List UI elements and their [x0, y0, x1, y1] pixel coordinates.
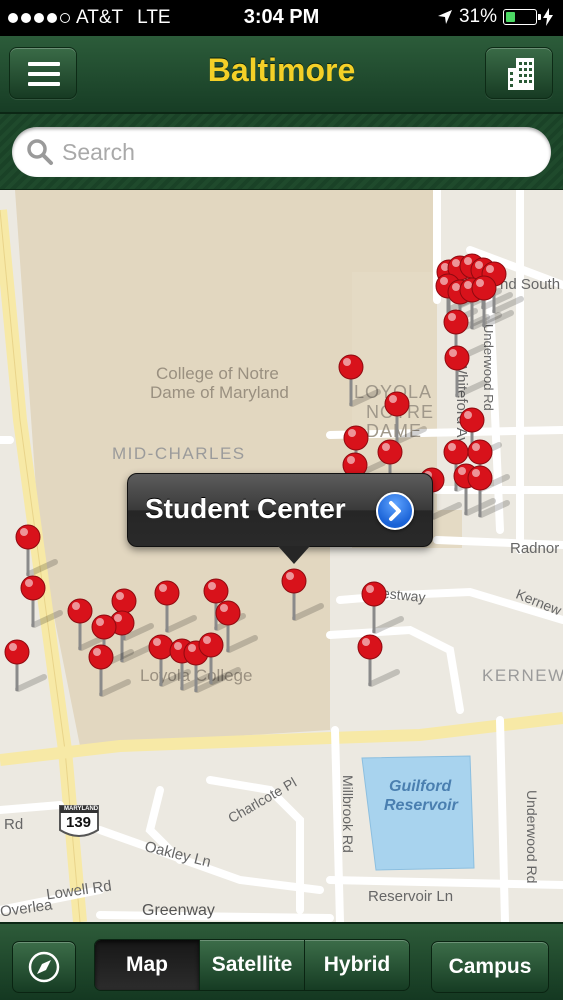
callout-title: Student Center — [145, 493, 346, 524]
map-pin[interactable] — [361, 581, 404, 635]
map-pin[interactable] — [15, 524, 58, 578]
segment-hybrid[interactable]: Hybrid — [304, 940, 409, 990]
battery-icon — [503, 9, 541, 25]
search-icon — [27, 139, 53, 165]
street-label: Rd — [4, 816, 24, 833]
map-pin[interactable] — [88, 644, 131, 698]
status-bar: AT&T LTE 3:04 PM 31% — [0, 0, 563, 36]
page-title: Baltimore — [207, 52, 356, 88]
battery-fill — [506, 12, 515, 22]
map-pin-icon — [444, 345, 487, 398]
map-pin-icon — [15, 524, 58, 577]
nav-bar: Baltimore — [0, 36, 563, 114]
map-pin-icon — [281, 568, 324, 621]
map-pin[interactable] — [281, 568, 324, 622]
map-type-segmented-control: Map Satellite Hybrid — [94, 939, 410, 991]
map-pin[interactable] — [198, 632, 241, 686]
map-pin[interactable] — [4, 639, 47, 693]
street-label: Reservoir Ln — [368, 888, 454, 905]
street-label: Radnor — [510, 540, 560, 557]
map-pin[interactable] — [20, 575, 63, 629]
segment-map[interactable]: Map — [95, 940, 199, 990]
map-pin-icon — [4, 639, 47, 692]
building-icon — [508, 58, 534, 90]
annotation-callout[interactable]: Student Center — [127, 473, 433, 547]
map-pin-icon — [88, 644, 131, 697]
neighborhood-label: MID-CHARLES — [112, 444, 246, 463]
map-pin[interactable] — [338, 354, 381, 408]
search-field[interactable] — [12, 127, 551, 177]
bottom-toolbar: Map Satellite Hybrid Campus — [0, 922, 563, 1000]
buildings-button[interactable] — [485, 47, 553, 99]
route-shield-state: MARYLAND — [64, 806, 99, 812]
search-input[interactable] — [62, 133, 532, 171]
segment-satellite[interactable]: Satellite — [199, 940, 304, 990]
charging-bolt-icon — [543, 8, 553, 26]
street-label: Underwood Rd — [524, 790, 540, 884]
compass-icon — [28, 951, 60, 983]
chevron-right-icon — [389, 501, 401, 521]
neighborhood-label: KERNEW — [482, 666, 563, 685]
detail-disclosure-button[interactable] — [376, 492, 414, 530]
callout-pointer — [278, 546, 310, 564]
status-right: 31% — [437, 6, 553, 28]
search-bar — [0, 114, 563, 190]
water-label: Reservoir — [384, 797, 458, 814]
water-label: Guilford — [389, 778, 452, 795]
route-shield-number: 139 — [66, 814, 92, 831]
street-label: Greenway — [142, 902, 215, 919]
battery-percent: 31% — [458, 6, 497, 27]
map-pin[interactable] — [444, 345, 487, 399]
street-label: Millbrook Rd — [340, 775, 356, 853]
map-pin[interactable] — [357, 634, 400, 688]
locate-button[interactable] — [12, 941, 76, 993]
map-pin-icon — [357, 634, 400, 687]
location-arrow-icon — [437, 10, 452, 24]
place-label: Dame of Maryland — [150, 383, 289, 402]
campus-button[interactable]: Campus — [431, 941, 549, 993]
map-pin-icon — [361, 581, 404, 634]
map-view[interactable]: College of Notre Dame of Maryland MID-CH… — [0, 190, 563, 922]
map-pin-icon — [198, 632, 241, 685]
place-label: College of Notre — [156, 364, 279, 383]
